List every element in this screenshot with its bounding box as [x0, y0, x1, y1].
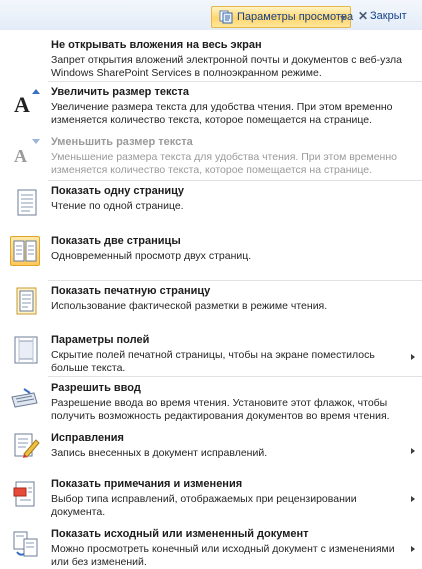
show-markup-icon	[13, 481, 35, 507]
menu-separator	[48, 180, 422, 181]
reading-toolbar: Параметры просмотра ✕ Закрыт	[0, 0, 422, 30]
menu-separator	[48, 376, 422, 377]
menu-item-show-one-page[interactable]: Показать одну страницу Чтение по одной с…	[0, 185, 422, 231]
view-options-button[interactable]: Параметры просмотра	[211, 6, 354, 28]
menu-item-title: Увеличить размер текста	[51, 86, 189, 98]
close-button[interactable]: ✕ Закрыт	[354, 6, 422, 28]
menu-item-decrease-text-size[interactable]: A Уменьшить размер текста Уменьшение раз…	[0, 136, 422, 180]
menu-item-description: Использование фактической разметки в реж…	[51, 300, 328, 312]
decrease-font-icon: A	[14, 139, 40, 166]
print-page-icon	[16, 287, 37, 315]
chevron-down-icon	[340, 16, 346, 20]
menu-item-description: Скрытие полей печатной страницы, чтобы н…	[51, 349, 375, 374]
svg-text:A: A	[14, 92, 30, 116]
menu-item-description: Можно просмотреть конечный или исходный …	[51, 543, 395, 568]
menu-item-title: Показать печатную страницу	[51, 285, 211, 297]
menu-item-title: Исправления	[51, 432, 124, 444]
one-page-icon	[17, 189, 37, 216]
menu-item-show-original-or-final[interactable]: Показать исходный или измененный докумен…	[0, 528, 422, 568]
menu-item-title: Не открывать вложения на весь экран	[51, 39, 262, 51]
menu-item-increase-text-size[interactable]: A Увеличить размер текста Увеличение раз…	[0, 86, 422, 130]
menu-item-show-markup[interactable]: Показать примечания и изменения Выбор ти…	[0, 478, 422, 522]
margins-icon	[14, 336, 38, 364]
menu-item-description: Одновременный просмотр двух страниц.	[51, 250, 252, 262]
menu-item-description: Запрет открытия вложений электронной поч…	[51, 54, 403, 79]
svg-text:A: A	[14, 146, 27, 166]
view-options-label: Параметры просмотра	[237, 11, 354, 23]
keyboard-icon	[11, 388, 38, 408]
menu-separator	[48, 81, 422, 82]
menu-item-description: Разрешение ввода во время чтения. Устано…	[51, 397, 390, 422]
menu-item-description: Уменьшение размера текста для удобства ч…	[51, 151, 397, 176]
menu-item-title: Показать две страницы	[51, 235, 181, 247]
menu-item-description: Чтение по одной странице.	[51, 200, 184, 212]
submenu-arrow-icon	[411, 496, 415, 502]
menu-item-title: Показать исходный или измененный докумен…	[51, 528, 309, 540]
two-pages-icon	[13, 240, 37, 262]
close-icon: ✕	[358, 9, 369, 23]
view-options-icon	[219, 10, 233, 24]
menu-item-show-print-page[interactable]: Показать печатную страницу Использование…	[0, 285, 422, 331]
view-options-menu: Не открывать вложения на весь экран Запр…	[0, 30, 422, 568]
increase-font-icon: A	[14, 89, 40, 116]
menu-item-description: Выбор типа исправлений, отображаемых при…	[51, 493, 357, 518]
menu-item-title: Разрешить ввод	[51, 382, 141, 394]
menu-item-show-two-pages[interactable]: Показать две страницы Одновременный прос…	[0, 235, 422, 281]
menu-item-description: Увеличение размера текста для удобства ч…	[51, 101, 393, 126]
close-label: Закрыт	[370, 10, 407, 22]
submenu-arrow-icon	[411, 448, 415, 454]
menu-item-title: Параметры полей	[51, 334, 150, 346]
submenu-arrow-icon	[411, 354, 415, 360]
menu-item-margin-options[interactable]: Параметры полей Скрытие полей печатной с…	[0, 334, 422, 376]
menu-item-title: Уменьшить размер текста	[51, 136, 193, 148]
submenu-arrow-icon	[411, 546, 415, 552]
menu-separator	[48, 280, 422, 281]
track-changes-icon	[14, 433, 40, 458]
compare-documents-icon	[13, 531, 38, 557]
menu-item-title: Показать одну страницу	[51, 185, 185, 197]
menu-item-track-changes[interactable]: Исправления Запись внесенных в документ …	[0, 432, 422, 468]
menu-item-description: Запись внесенных в документ исправлений.	[51, 447, 268, 459]
menu-item-allow-typing[interactable]: Разрешить ввод Разрешение ввода во время…	[0, 382, 422, 424]
menu-item-title: Показать примечания и изменения	[51, 478, 243, 490]
menu-item-dont-open-attachments-fullscreen[interactable]: Не открывать вложения на весь экран Запр…	[0, 39, 422, 79]
